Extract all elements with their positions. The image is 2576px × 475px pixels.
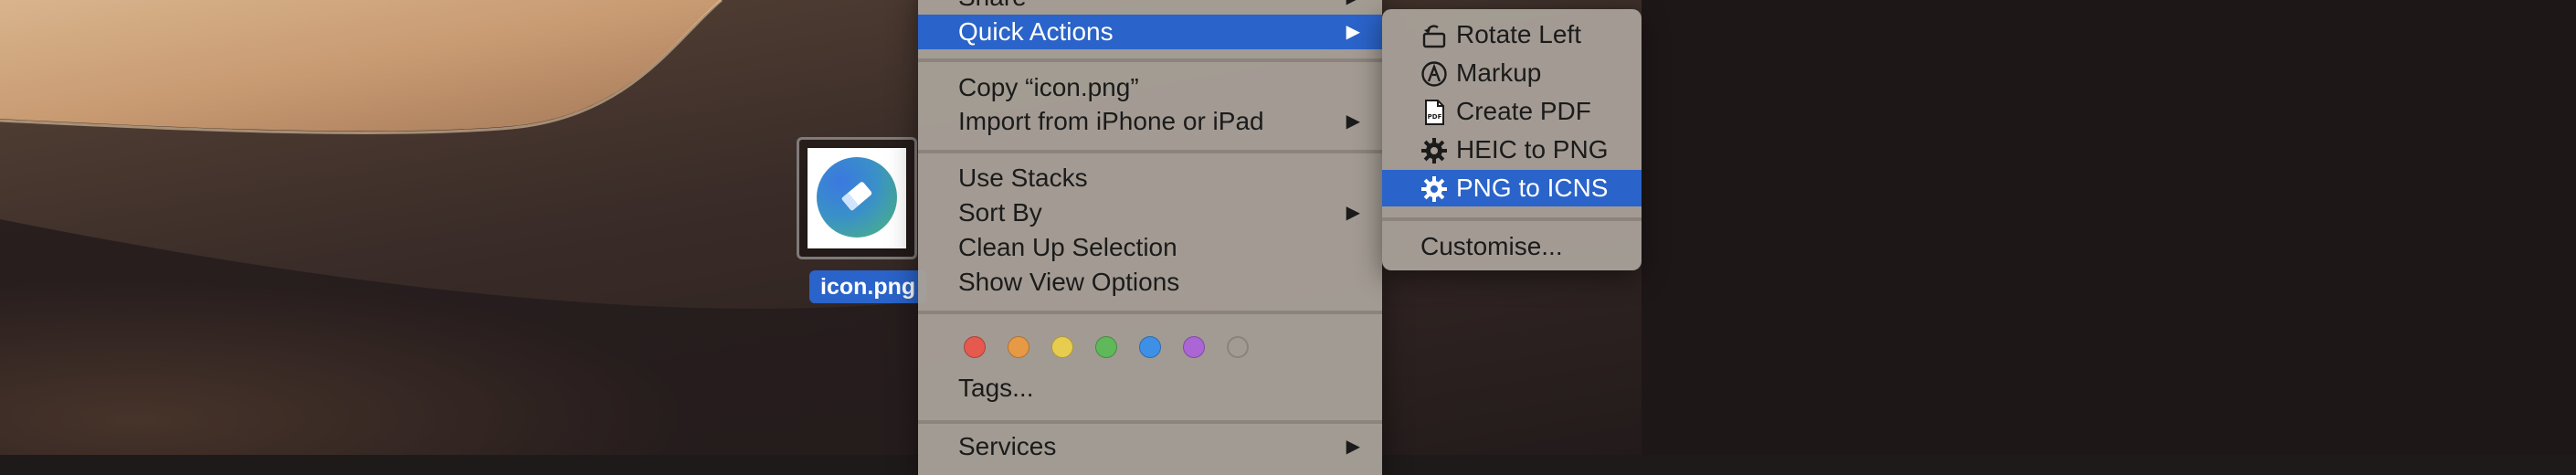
tag-green[interactable] — [1095, 336, 1117, 358]
tag-purple[interactable] — [1183, 336, 1205, 358]
tag-red[interactable] — [964, 336, 986, 358]
menu-item-clean-up-selection[interactable]: Clean Up Selection — [918, 230, 1382, 265]
menu-item-show-view-options[interactable]: Show View Options — [918, 265, 1382, 300]
tag-orange[interactable] — [1008, 336, 1029, 358]
file-thumbnail — [808, 148, 906, 248]
menu-separator — [918, 58, 1382, 62]
submenu-item-heic-to-png[interactable]: HEIC to PNG — [1382, 132, 1642, 168]
submenu-arrow-icon: ▶ — [1346, 0, 1360, 15]
submenu-item-png-to-icns[interactable]: PNG to ICNS — [1382, 170, 1642, 206]
svg-text:PDF: PDF — [1428, 113, 1442, 121]
menu-item-services[interactable]: Services ▶ — [918, 429, 1382, 464]
app-icon-image — [817, 157, 897, 238]
submenu-item-markup[interactable]: Markup — [1382, 55, 1642, 91]
submenu-arrow-icon: ▶ — [1346, 22, 1360, 42]
eraser-icon — [841, 182, 872, 211]
gear-icon — [1421, 176, 1447, 202]
submenu-arrow-icon: ▶ — [1346, 437, 1360, 457]
file-name-label: icon.png — [809, 270, 927, 303]
submenu-arrow-icon: ▶ — [1346, 111, 1360, 132]
menu-item-import-from-iphone[interactable]: Import from iPhone or iPad ▶ — [918, 104, 1382, 139]
menu-separator — [918, 150, 1382, 153]
menu-separator — [918, 420, 1382, 424]
pdf-document-icon: PDF — [1425, 100, 1444, 125]
menu-item-sort-by[interactable]: Sort By ▶ — [918, 195, 1382, 230]
submenu-item-create-pdf[interactable]: PDF Create PDF — [1382, 93, 1642, 130]
menu-item-use-stacks[interactable]: Use Stacks — [918, 161, 1382, 195]
gear-icon — [1421, 138, 1447, 164]
context-menu: Share ▶ Quick Actions ▶ Copy “icon.png” … — [918, 0, 1382, 475]
submenu-separator — [1382, 217, 1642, 221]
menu-separator — [918, 311, 1382, 314]
rotate-left-icon — [1422, 25, 1446, 48]
markup-icon — [1421, 61, 1447, 87]
quick-actions-submenu: Rotate Left Markup PDF Create PDF HEIC t… — [1382, 9, 1642, 270]
menu-item-tags[interactable]: Tags... — [918, 371, 1382, 406]
menu-item-quick-actions[interactable]: Quick Actions ▶ — [918, 15, 1382, 49]
tag-gray[interactable] — [1227, 336, 1249, 358]
menu-item-copy[interactable]: Copy “icon.png” — [918, 70, 1382, 105]
tag-blue[interactable] — [1139, 336, 1161, 358]
menu-item-share[interactable]: Share ▶ — [918, 0, 1382, 15]
submenu-item-rotate-left[interactable]: Rotate Left — [1382, 16, 1642, 53]
submenu-item-customise[interactable]: Customise... — [1382, 228, 1642, 265]
tag-yellow[interactable] — [1051, 336, 1073, 358]
submenu-arrow-icon: ▶ — [1346, 203, 1360, 223]
